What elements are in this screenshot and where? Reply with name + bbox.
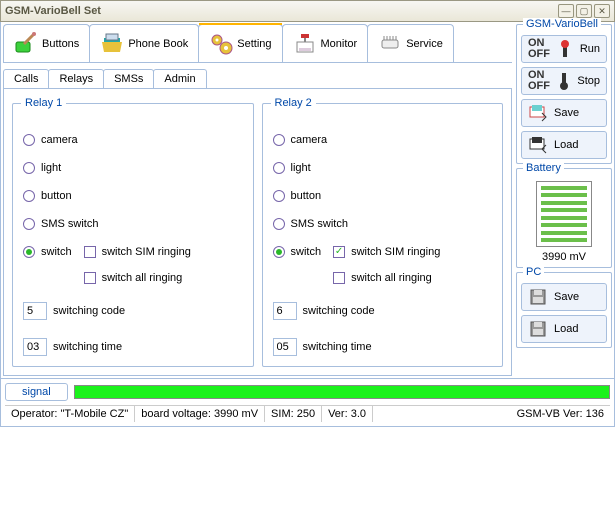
battery-group: Battery 3990 mV: [516, 168, 612, 268]
floppy-icon: [528, 319, 548, 339]
status-gsmvb-ver: GSM-VB Ver: 136: [511, 406, 610, 422]
relay1-radio-smsswitch[interactable]: [23, 218, 35, 230]
onoff-icon: ONOFF: [528, 70, 550, 92]
relay1-switching-time[interactable]: [23, 338, 47, 356]
relays-panel: Relay 1 camera light button SMS switch s…: [3, 88, 512, 376]
relay2-group: Relay 2 camera light button SMS switch s…: [262, 103, 504, 367]
status-bar: Operator: "T-Mobile CZ" board voltage: 3…: [5, 405, 610, 422]
relay2-radio-switch[interactable]: [273, 246, 285, 258]
subtab-calls[interactable]: Calls: [3, 69, 49, 88]
tab-label: Setting: [237, 38, 271, 50]
signal-bar: [74, 385, 610, 399]
load-from-device-icon: [528, 135, 548, 155]
status-operator: Operator: "T-Mobile CZ": [5, 406, 135, 422]
group-legend: Relay 1: [21, 97, 66, 109]
gsm-save-button[interactable]: Save: [521, 99, 607, 127]
tab-service[interactable]: Service: [367, 24, 454, 62]
tab-label: Monitor: [321, 38, 358, 50]
buttons-icon: [14, 32, 38, 56]
sub-tabs: Calls Relays SMSs Admin: [3, 69, 512, 88]
switch-black-icon: [556, 71, 571, 91]
group-legend: Relay 2: [271, 97, 316, 109]
tab-label: Service: [406, 38, 443, 50]
pc-load-button[interactable]: Load: [521, 315, 607, 343]
switch-red-icon: [556, 39, 574, 59]
relay1-radio-light[interactable]: [23, 162, 35, 174]
tab-buttons[interactable]: Buttons: [3, 24, 90, 62]
window-title: GSM-VarioBell Set: [5, 5, 556, 17]
battery-value: 3990 mV: [521, 251, 607, 263]
relay2-switching-code[interactable]: [273, 302, 297, 320]
setting-icon: [209, 32, 233, 56]
pc-group: PC Save Load: [516, 272, 612, 348]
status-sim: SIM: 250: [265, 406, 322, 422]
relay1-radio-camera[interactable]: [23, 134, 35, 146]
save-to-device-icon: [528, 103, 548, 123]
tab-setting[interactable]: Setting: [198, 24, 282, 62]
subtab-relays[interactable]: Relays: [48, 69, 104, 88]
tab-label: Buttons: [42, 38, 79, 50]
relay2-radio-light[interactable]: [273, 162, 285, 174]
main-tabs: Buttons Phone Book Setting Monitor Servi…: [3, 24, 512, 63]
relay1-check-simringing[interactable]: [84, 246, 96, 258]
subtab-admin[interactable]: Admin: [153, 69, 206, 88]
relay1-group: Relay 1 camera light button SMS switch s…: [12, 103, 254, 367]
signal-row: signal: [5, 383, 610, 401]
relay2-check-allringing[interactable]: [333, 272, 345, 284]
service-icon: [378, 32, 402, 56]
close-button[interactable]: ✕: [594, 4, 610, 18]
relay1-check-allringing[interactable]: [84, 272, 96, 284]
group-legend: PC: [523, 266, 544, 278]
phonebook-icon: [100, 32, 124, 56]
gsm-variobell-group: GSM-VarioBell ONOFF Run ONOFF Stop Save …: [516, 24, 612, 164]
minimize-button[interactable]: —: [558, 4, 574, 18]
relay1-switching-code[interactable]: [23, 302, 47, 320]
tab-phonebook[interactable]: Phone Book: [89, 24, 199, 62]
status-ver: Ver: 3.0: [322, 406, 373, 422]
relay1-radio-button[interactable]: [23, 190, 35, 202]
relay2-switching-time[interactable]: [273, 338, 297, 356]
tab-label: Phone Book: [128, 38, 188, 50]
onoff-icon: ONOFF: [528, 38, 550, 60]
relay2-radio-button[interactable]: [273, 190, 285, 202]
maximize-button[interactable]: ▢: [576, 4, 592, 18]
floppy-icon: [528, 287, 548, 307]
stop-button[interactable]: ONOFF Stop: [521, 67, 607, 95]
status-board-voltage: board voltage: 3990 mV: [135, 406, 265, 422]
relay1-radio-switch[interactable]: [23, 246, 35, 258]
monitor-icon: [293, 32, 317, 56]
relay2-radio-smsswitch[interactable]: [273, 218, 285, 230]
group-legend: Battery: [523, 162, 564, 174]
relay2-radio-camera[interactable]: [273, 134, 285, 146]
tab-monitor[interactable]: Monitor: [282, 24, 369, 62]
signal-label: signal: [5, 383, 68, 401]
relay2-check-simringing[interactable]: [333, 246, 345, 258]
gsm-load-button[interactable]: Load: [521, 131, 607, 159]
run-button[interactable]: ONOFF Run: [521, 35, 607, 63]
pc-save-button[interactable]: Save: [521, 283, 607, 311]
subtab-smss[interactable]: SMSs: [103, 69, 154, 88]
group-legend: GSM-VarioBell: [523, 18, 601, 30]
battery-icon: [536, 181, 592, 247]
